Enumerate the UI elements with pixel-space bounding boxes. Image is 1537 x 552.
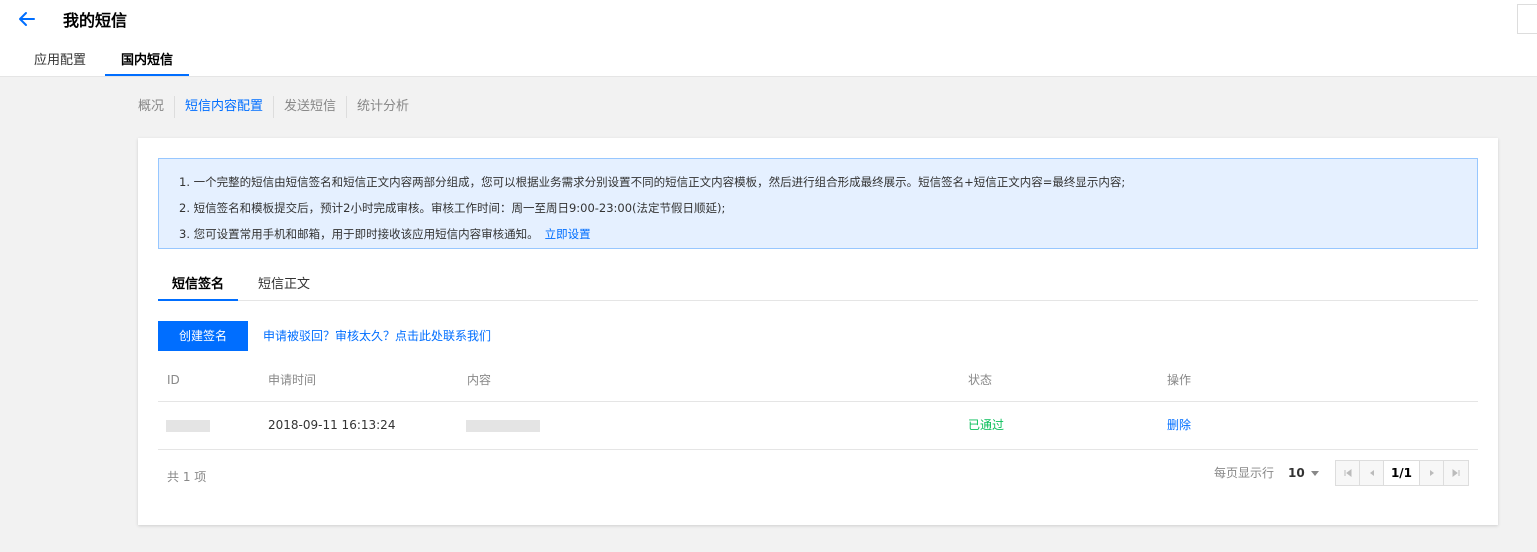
table-footer: 共 1 项 每页显示行 10 1/1: [158, 460, 1478, 488]
tab-sms-body[interactable]: 短信正文: [244, 274, 324, 301]
column-header-status: 状态: [968, 373, 993, 387]
sub-nav-overview[interactable]: 概况: [138, 96, 174, 118]
prev-page-icon: [1369, 470, 1374, 476]
sub-nav-content-config[interactable]: 短信内容配置: [174, 96, 273, 118]
content-card: 1. 一个完整的短信由短信签名和短信正文内容两部分组成，您可以根据业务需求分别设…: [138, 138, 1498, 525]
total-count: 共 1 项: [167, 470, 207, 484]
cell-time: 2018-09-11 16:13:24: [268, 418, 396, 432]
signature-table: ID 申请时间 内容 状态 操作 2018-09-11 16:13:24 已通过…: [158, 364, 1478, 450]
content-tabs: 短信签名 短信正文: [158, 274, 1478, 301]
next-page-button[interactable]: [1420, 461, 1444, 485]
delete-link[interactable]: 删除: [1167, 402, 1191, 448]
column-header-content: 内容: [467, 373, 492, 387]
first-page-button[interactable]: [1336, 461, 1360, 485]
back-arrow-icon[interactable]: [16, 8, 38, 30]
per-page-value: 10: [1288, 466, 1305, 480]
create-signature-button[interactable]: 创建签名: [158, 321, 248, 351]
last-page-button[interactable]: [1444, 461, 1468, 485]
notice-line-1: 1. 一个完整的短信由短信签名和短信正文内容两部分组成，您可以根据业务需求分别设…: [179, 175, 1126, 189]
table-header: ID 申请时间 内容 状态 操作: [158, 364, 1478, 402]
tab-domestic-sms[interactable]: 国内短信: [105, 48, 190, 76]
next-page-icon: [1429, 470, 1434, 476]
table-row: 2018-09-11 16:13:24 已通过 删除: [158, 402, 1478, 450]
top-header: 我的短信 应用配置 国内短信: [0, 0, 1537, 77]
first-page-icon: [1344, 469, 1351, 477]
tab-sms-signature[interactable]: 短信签名: [158, 274, 239, 301]
corner-widget[interactable]: [1517, 4, 1537, 34]
column-header-action: 操作: [1167, 373, 1192, 387]
per-page-select[interactable]: 10: [1288, 460, 1319, 486]
masked-content: [466, 420, 540, 432]
main-tabs: 应用配置 国内短信: [18, 48, 192, 76]
notice-line-3: 3. 您可设置常用手机和邮箱，用于即时接收该应用短信内容审核通知。 立即设置: [179, 221, 1457, 247]
column-header-id: ID: [167, 373, 180, 387]
page-title: 我的短信: [63, 11, 128, 30]
pagination: 1/1: [1335, 460, 1469, 486]
last-page-icon: [1452, 469, 1460, 477]
sub-nav: 概况 短信内容配置 发送短信 统计分析: [138, 96, 419, 118]
tab-app-config[interactable]: 应用配置: [18, 48, 102, 76]
per-page-label: 每页显示行: [1214, 466, 1275, 480]
status-badge: 已通过: [968, 418, 1005, 432]
sub-nav-statistics[interactable]: 统计分析: [346, 96, 419, 118]
masked-id: [166, 420, 210, 432]
current-page: 1/1: [1384, 461, 1420, 485]
caret-down-icon: [1310, 471, 1319, 476]
set-now-link[interactable]: 立即设置: [545, 227, 591, 241]
prev-page-button[interactable]: [1360, 461, 1384, 485]
notice-box: 1. 一个完整的短信由短信签名和短信正文内容两部分组成，您可以根据业务需求分别设…: [158, 158, 1478, 249]
sub-nav-send-sms[interactable]: 发送短信: [273, 96, 346, 118]
notice-line-3-text: 3. 您可设置常用手机和邮箱，用于即时接收该应用短信内容审核通知。: [179, 227, 539, 241]
notice-line-2: 2. 短信签名和模板提交后，预计2小时完成审核。审核工作时间：周一至周日9:00…: [179, 201, 726, 215]
column-header-time: 申请时间: [268, 373, 317, 387]
contact-us-link[interactable]: 申请被驳回？审核太久？点击此处联系我们: [263, 328, 491, 344]
